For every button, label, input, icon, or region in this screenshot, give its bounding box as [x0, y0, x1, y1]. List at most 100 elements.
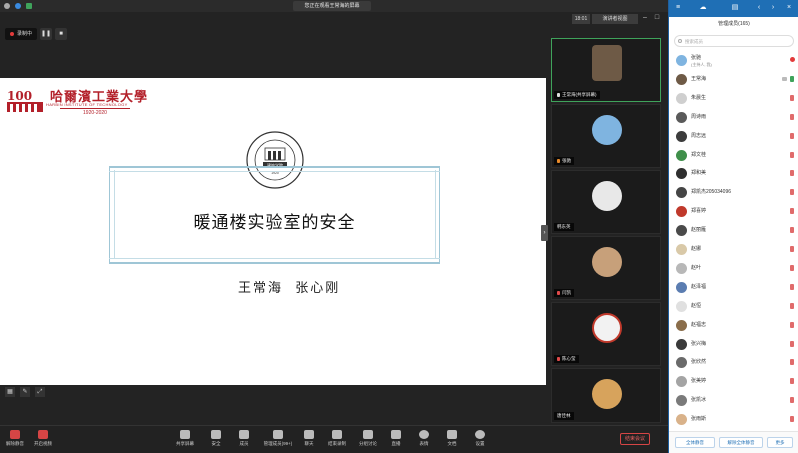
member-search-input[interactable]: 搜索成员: [674, 35, 794, 47]
member-name: 郑和美: [691, 170, 707, 177]
mic-icon: [557, 93, 560, 97]
member-row[interactable]: 周志远: [669, 128, 798, 146]
tile-name: 闫凯: [562, 290, 571, 295]
title-bar: 您正在观看王常海的屏幕: [0, 0, 668, 12]
mic-off-icon[interactable]: [790, 416, 794, 423]
mute-all-button[interactable]: 全体静音: [675, 437, 715, 448]
chat-icon: [304, 430, 314, 439]
mic-off-icon[interactable]: [790, 246, 794, 252]
mic-off-icon[interactable]: [790, 227, 794, 234]
shield-icon[interactable]: [15, 3, 21, 9]
video-tile[interactable]: 陈心莹: [551, 302, 661, 366]
mic-off-icon[interactable]: [790, 359, 794, 366]
back-icon[interactable]: ‹: [755, 4, 763, 12]
members-button[interactable]: 成员: [231, 430, 257, 447]
chat-button[interactable]: 聊天: [296, 430, 322, 447]
live-button[interactable]: 直播: [383, 430, 409, 447]
video-tile[interactable]: 唐佳林: [551, 368, 661, 423]
member-row[interactable]: 郑和美: [669, 165, 798, 183]
mic-off-icon[interactable]: [790, 378, 794, 385]
member-row[interactable]: 张兴梅: [669, 336, 798, 354]
mic-off-icon[interactable]: [790, 113, 794, 120]
manage-members-button[interactable]: 管理成员(99+): [262, 430, 294, 447]
pause-recording-button[interactable]: ❚❚: [40, 28, 53, 40]
mic-off-icon[interactable]: [790, 340, 794, 347]
member-row[interactable]: 赵泽福: [669, 279, 798, 297]
breakout-button[interactable]: 分组讨论: [355, 430, 381, 447]
info-icon[interactable]: [4, 3, 10, 9]
member-row[interactable]: 张美婷: [669, 373, 798, 391]
docs-label: 文档: [447, 441, 457, 446]
panel-footer: 全体静音 解除全体静音 更多: [669, 431, 798, 453]
forward-icon[interactable]: ›: [769, 4, 777, 12]
mic-off-icon[interactable]: [790, 321, 794, 328]
video-button[interactable]: 开启视频: [30, 430, 56, 447]
end-meeting-button[interactable]: 结束会议: [620, 433, 650, 445]
security-button[interactable]: 安全: [203, 430, 229, 447]
stop-record-button[interactable]: 结束录制: [324, 430, 350, 447]
maximize-icon[interactable]: □: [653, 14, 661, 22]
tile-avatar: [592, 379, 622, 409]
annotate-icon[interactable]: ✎: [20, 387, 30, 397]
menu-icon[interactable]: ≡: [674, 4, 682, 12]
member-row[interactable]: 赵叶: [669, 260, 798, 278]
mute-button[interactable]: 解除静音: [2, 430, 28, 447]
calendar-icon[interactable]: ▤: [731, 4, 739, 12]
mic-off-icon[interactable]: [790, 189, 794, 196]
member-avatar: [676, 338, 687, 350]
fullscreen-icon[interactable]: ⤢: [35, 387, 45, 397]
member-row[interactable]: 赵福志: [669, 317, 798, 335]
video-tile[interactable]: 张驰: [551, 104, 661, 168]
unmute-all-button[interactable]: 解除全体静音: [719, 437, 763, 448]
member-row[interactable]: 朱晨生: [669, 90, 798, 108]
slide-authors: 王常海 张心刚: [238, 281, 341, 296]
member-row[interactable]: 郑喜婷: [669, 203, 798, 221]
mic-off-icon[interactable]: [790, 302, 794, 309]
mic-off-icon[interactable]: [790, 170, 794, 177]
minimize-icon[interactable]: –: [641, 14, 649, 22]
speaker-view-button[interactable]: 演讲者视图: [592, 14, 638, 24]
reaction-button[interactable]: 表情: [411, 430, 437, 447]
camera-icon[interactable]: [782, 76, 787, 81]
video-tile[interactable]: 韩东英: [551, 170, 661, 234]
mic-icon[interactable]: [790, 75, 794, 82]
tile-label: 陈心莹: [554, 355, 579, 363]
stop-recording-button[interactable]: ■: [55, 28, 68, 40]
search-icon: [678, 39, 682, 43]
live-label: 直播: [391, 441, 401, 446]
mic-off-icon[interactable]: [790, 264, 794, 271]
collapse-gallery-button[interactable]: ›: [541, 225, 548, 241]
docs-button[interactable]: 文档: [439, 430, 465, 447]
member-name: 张雨斯: [691, 416, 707, 423]
member-row[interactable]: 张雨斯: [669, 411, 798, 429]
member-row[interactable]: 张驰 (主持人, 我): [669, 52, 798, 70]
member-row[interactable]: 郑文桂: [669, 147, 798, 165]
recording-icon[interactable]: [790, 57, 795, 62]
mic-off-icon[interactable]: [790, 94, 794, 101]
mic-off-icon[interactable]: [790, 283, 794, 290]
mic-off-icon[interactable]: [790, 132, 794, 139]
member-row[interactable]: 赵丽雁: [669, 222, 798, 240]
member-row[interactable]: 王常海: [669, 71, 798, 89]
member-row[interactable]: 赵恒: [669, 298, 798, 316]
cloud-icon[interactable]: ☁: [699, 4, 707, 12]
video-tile[interactable]: 闫凯: [551, 236, 661, 300]
member-row[interactable]: 张凯冰: [669, 392, 798, 410]
video-tile[interactable]: 王常海(共享屏幕): [551, 38, 661, 102]
title-frame-bottom: [109, 258, 440, 264]
member-row[interactable]: 赵娜: [669, 241, 798, 259]
member-row[interactable]: 张欣然: [669, 354, 798, 372]
member-avatar: [676, 376, 687, 388]
mic-off-icon: [10, 430, 20, 439]
member-row[interactable]: 周诗雨: [669, 109, 798, 127]
member-row[interactable]: 郑凯杰205034096: [669, 184, 798, 202]
close-icon[interactable]: ×: [785, 4, 793, 12]
mic-off-icon[interactable]: [790, 151, 794, 158]
settings-button[interactable]: 设置: [467, 430, 493, 447]
more-button[interactable]: 更多: [767, 437, 793, 448]
reaction-label: 表情: [419, 441, 429, 446]
mic-off-icon[interactable]: [790, 397, 794, 404]
share-button[interactable]: 共享屏幕: [172, 430, 198, 447]
grid-icon[interactable]: ▦: [5, 387, 15, 397]
mic-off-icon[interactable]: [790, 208, 794, 215]
